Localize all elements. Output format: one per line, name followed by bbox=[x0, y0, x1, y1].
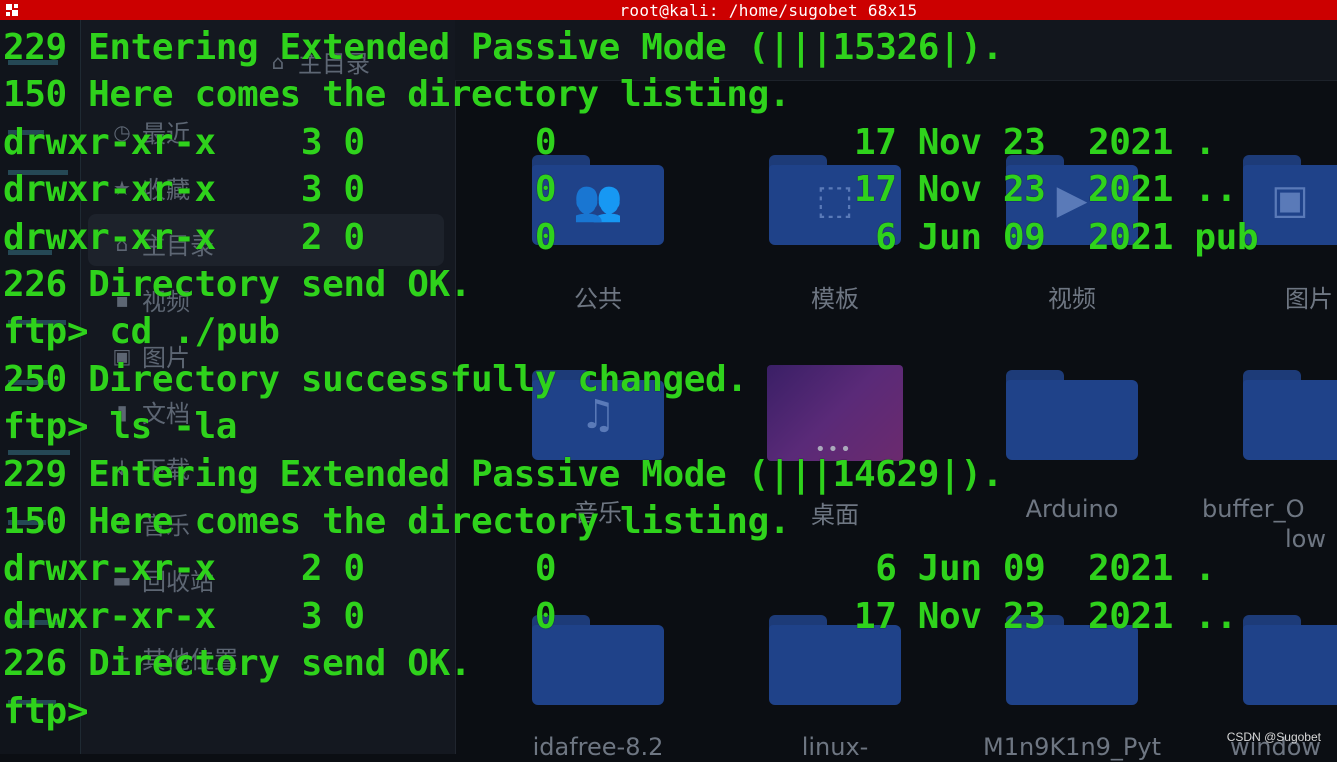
terminal-prompt[interactable]: ftp> bbox=[3, 688, 109, 735]
terminal-line: drwxr-xr-x 3 0 0 17 Nov 23 2021 . bbox=[3, 121, 1216, 163]
window-titlebar[interactable]: root@kali: /home/sugobet 68x15 bbox=[0, 0, 1337, 21]
terminal-line: 226 Directory send OK. bbox=[3, 264, 472, 305]
terminal-line: ftp> ls -la bbox=[3, 406, 238, 448]
terminal-line: drwxr-xr-x 2 0 0 6 Jun 09 2021 . bbox=[3, 548, 1216, 590]
terminal-line: 150 Here comes the directory listing. bbox=[3, 74, 791, 116]
terminal-line: 150 Here comes the directory listing. bbox=[3, 501, 791, 542]
terminal-line: 226 Directory send OK. bbox=[3, 643, 472, 685]
terminal-line: ftp> cd ./pub bbox=[3, 311, 280, 353]
window-title: root@kali: /home/sugobet 68x15 bbox=[619, 0, 918, 20]
terminal-line: drwxr-xr-x 3 0 0 17 Nov 23 2021 .. bbox=[3, 595, 1237, 637]
watermark: CSDN @Sugobet bbox=[1226, 730, 1321, 744]
terminal-output[interactable]: 229 Entering Extended Passive Mode (|||1… bbox=[0, 24, 1337, 754]
terminal-line: 229 Entering Extended Passive Mode (|||1… bbox=[3, 27, 1003, 68]
terminal-line: drwxr-xr-x 3 0 0 17 Nov 23 2021 .. bbox=[3, 169, 1237, 211]
terminal-line: drwxr-xr-x 2 0 0 6 Jun 09 2021 pub bbox=[3, 216, 1259, 258]
terminal-line: 229 Entering Extended Passive Mode (|||1… bbox=[3, 453, 1003, 495]
terminal-app-icon[interactable] bbox=[4, 2, 24, 18]
terminal-line: 250 Directory successfully changed. bbox=[3, 358, 748, 400]
